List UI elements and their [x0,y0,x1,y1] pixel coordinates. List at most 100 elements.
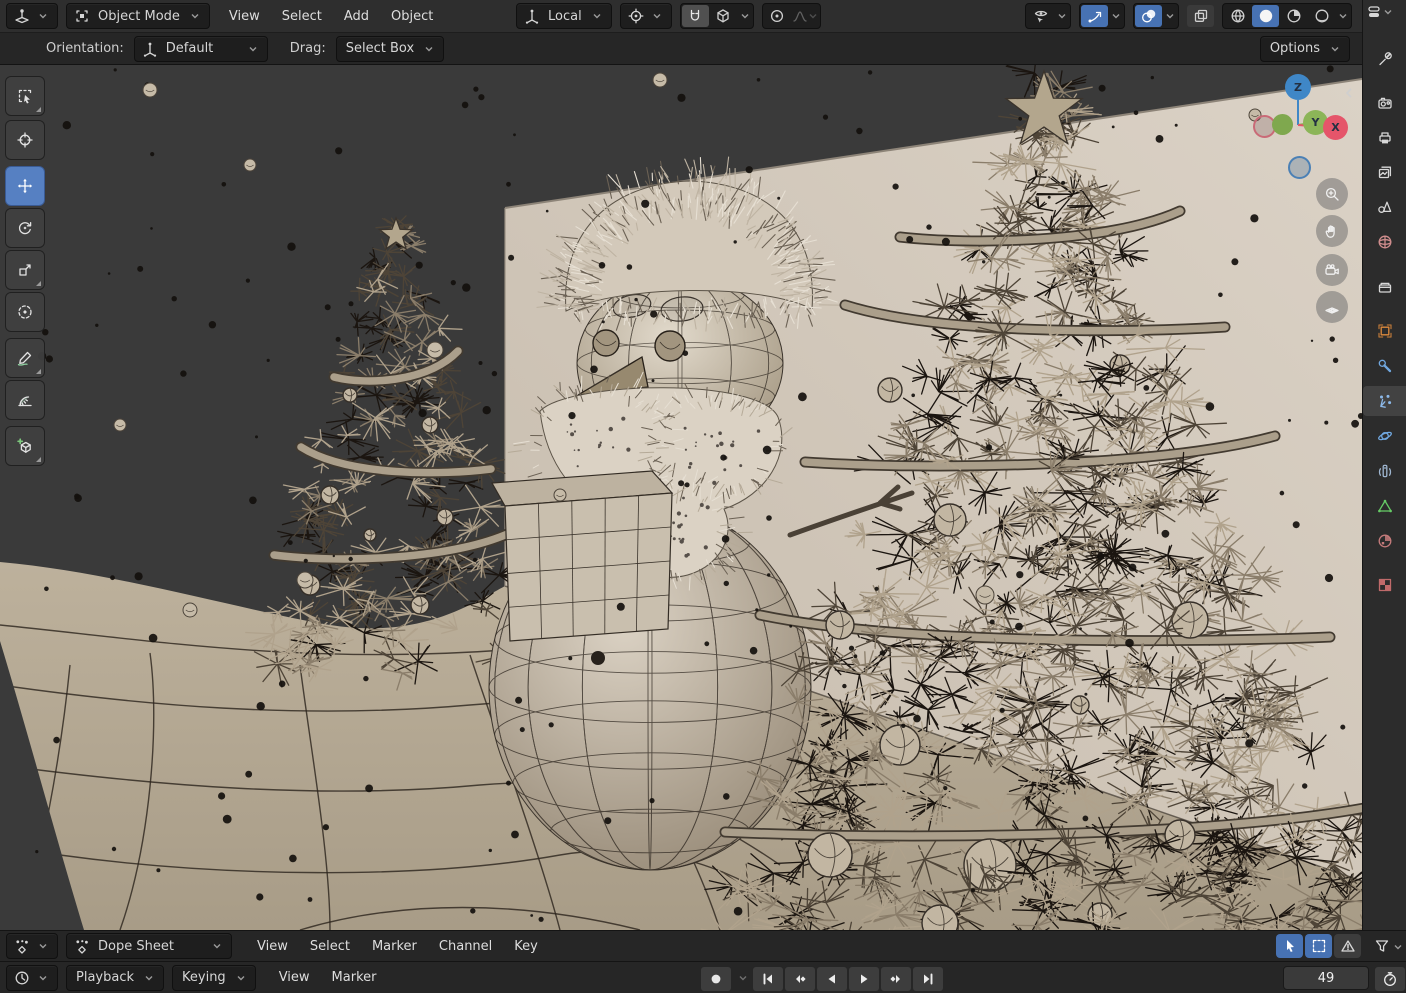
dope-menu-view[interactable]: View [246,934,299,959]
options-dropdown[interactable]: Options [1259,35,1350,62]
timeline-menu-view[interactable]: View [268,965,321,990]
object-visibility-dropdown[interactable] [1025,3,1071,29]
camera-view-button[interactable] [1316,254,1348,286]
scale-icon [17,262,33,278]
properties-tab-scene[interactable] [1363,192,1406,222]
pan-button[interactable] [1316,215,1348,247]
xray-toggle[interactable] [1187,5,1214,27]
dope-menu-channel[interactable]: Channel [428,934,503,959]
shading-rendered-button[interactable] [1308,5,1335,27]
properties-tab-material[interactable] [1363,526,1406,556]
properties-tab-view-layer[interactable] [1363,157,1406,187]
playback-dropdown[interactable]: Playback [66,964,165,991]
shading-material-button[interactable] [1280,5,1307,27]
auto-keying-record-button[interactable] [700,966,732,992]
menu-select[interactable]: Select [271,4,333,29]
dope-mode-dropdown[interactable]: Dope Sheet [66,933,232,959]
tool-settings-right: Options [1259,33,1350,64]
dope-sheet-icon [14,938,30,954]
orientation-dropdown[interactable]: Default [133,35,268,62]
tool-measure[interactable] [5,380,45,420]
gizmo-neg-z-axis[interactable] [1288,156,1311,179]
jump-start-button[interactable] [752,966,784,992]
dope-menu-select[interactable]: Select [299,934,361,959]
gizmo-neg-y-axis[interactable] [1272,114,1293,135]
shading-wireframe-button[interactable] [1224,5,1251,27]
properties-tab-modifiers[interactable] [1363,351,1406,381]
properties-tab-output[interactable] [1363,123,1406,153]
tool-select-box[interactable] [5,76,45,116]
show-gizmos-toggle[interactable] [1081,5,1108,27]
chevron-down-icon [36,11,50,21]
selected-only-toggle[interactable] [1305,934,1332,958]
3d-viewport[interactable]: Z Y X [0,65,1362,930]
shading-solid-button[interactable] [1252,5,1279,27]
tool-rotate[interactable] [5,208,45,248]
stopwatch-button[interactable] [1374,966,1406,992]
grid-icon [1324,299,1340,315]
proportional-edit-toggle[interactable] [764,5,791,27]
properties-editor-type-button[interactable] [1366,4,1393,20]
gizmo-z-axis[interactable]: Z [1285,74,1311,100]
prev-keyframe-button[interactable] [784,966,816,992]
snap-toggle-button[interactable] [681,5,709,27]
menu-add[interactable]: Add [333,4,380,29]
only-show-selected-toggle[interactable] [1276,934,1303,958]
dope-menu-key[interactable]: Key [503,934,549,959]
drag-dropdown[interactable]: Select Box [335,35,445,62]
snap-to-dropdown[interactable] [710,5,737,27]
properties-tab-constraints[interactable] [1363,456,1406,486]
properties-tab-collection[interactable] [1363,272,1406,302]
timeline-editor-type-button[interactable] [6,964,58,991]
keying-dropdown[interactable]: Keying [172,964,256,991]
tool-annotate[interactable] [5,338,45,378]
transform-orientation-dropdown[interactable]: Local [516,3,612,29]
properties-tab-physics[interactable] [1363,421,1406,451]
next-keyframe-button[interactable] [880,966,912,992]
tool-cursor[interactable] [5,120,45,160]
visibility-button[interactable] [1027,5,1054,27]
view-layer-icon [1377,164,1393,180]
magnet-icon [687,8,703,24]
snapping-group [679,3,754,29]
dope-menu-marker[interactable]: Marker [361,934,428,959]
world-icon [1377,234,1393,250]
perspective-toggle-button[interactable] [1316,291,1348,323]
sidebar-toggle-icon[interactable] [1344,87,1354,99]
properties-tab-particles[interactable] [1363,386,1406,416]
filters-dropdown[interactable] [1368,934,1395,958]
play-button[interactable] [848,966,880,992]
material-preview-icon [1286,8,1302,24]
properties-tab-object-data[interactable] [1363,491,1406,521]
tool-add-cube[interactable] [5,426,45,466]
current-frame-field[interactable]: 49 [1283,966,1369,990]
gizmo-x-axis[interactable]: X [1323,115,1348,140]
tool-move[interactable] [5,166,45,206]
menu-object[interactable]: Object [380,4,444,29]
jump-end-button[interactable] [912,966,944,992]
properties-tab-object[interactable] [1363,316,1406,346]
properties-tab-world[interactable] [1363,227,1406,257]
editor-type-button[interactable] [6,3,58,29]
viewport-canvas[interactable] [0,65,1362,930]
tool-scale[interactable] [5,250,45,290]
properties-tab-tool[interactable] [1363,44,1406,74]
navigation-gizmo[interactable]: Z Y X [1246,74,1350,185]
dope-editor-type-button[interactable] [6,933,58,959]
zoom-button[interactable] [1316,178,1348,210]
menu-view[interactable]: View [218,4,271,29]
mode-dropdown[interactable]: Object Mode [66,3,210,29]
tool-transform[interactable] [5,292,45,332]
proportional-falloff-dropdown[interactable] [792,5,819,27]
stopwatch-icon [1382,971,1398,987]
play-reverse-button[interactable] [816,966,848,992]
gizmo-arrow-icon [1087,8,1103,24]
chevron-down-icon [246,44,260,54]
show-overlays-toggle[interactable] [1135,5,1162,27]
show-errors-toggle[interactable] [1334,934,1361,958]
eye-cursor-icon [1033,8,1049,24]
properties-tab-texture[interactable] [1363,570,1406,600]
pivot-point-dropdown[interactable] [619,3,672,29]
properties-tab-render[interactable] [1363,88,1406,118]
timeline-menu-marker[interactable]: Marker [321,965,388,990]
